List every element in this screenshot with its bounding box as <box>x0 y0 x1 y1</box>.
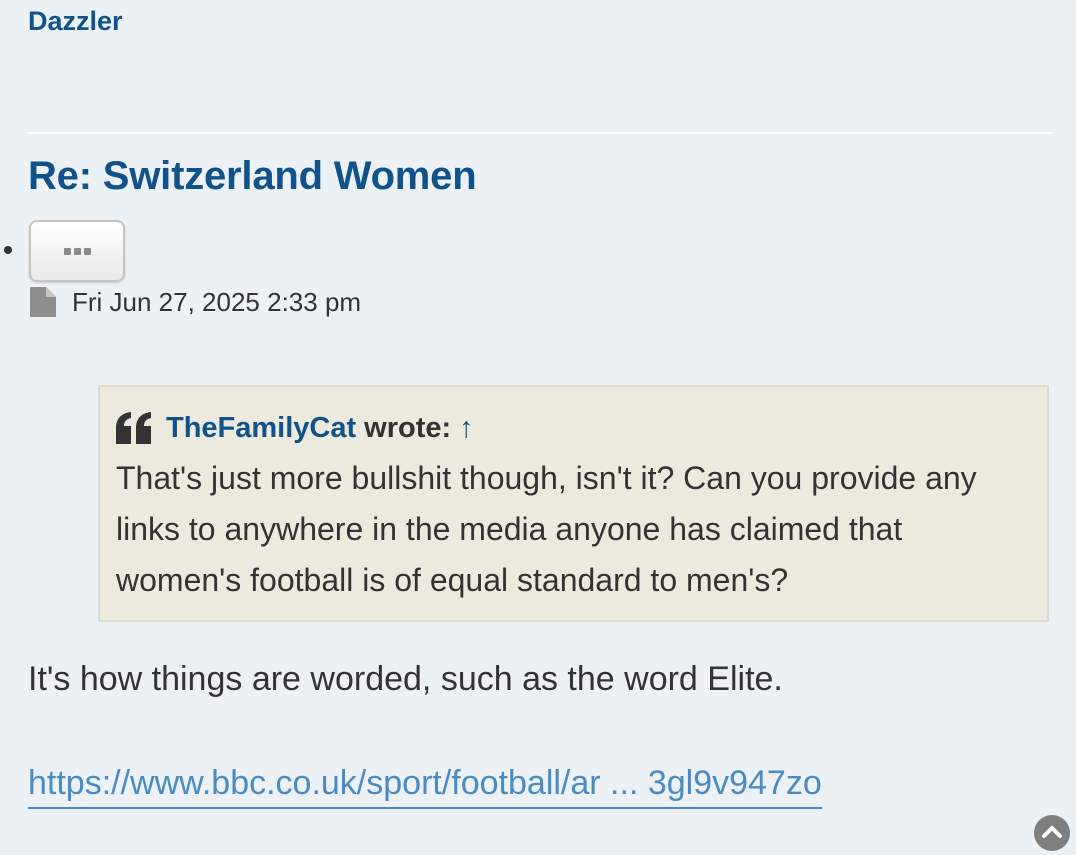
chevron-up-circle-icon <box>1042 826 1062 838</box>
back-to-top-button[interactable] <box>1034 815 1070 851</box>
post-date: Fri Jun 27, 2025 2:33 pm <box>72 286 362 317</box>
quote-text: That's just more bullshit though, isn't … <box>116 460 977 598</box>
ellipsis-icon <box>63 247 71 255</box>
quote-icon <box>116 412 166 444</box>
poster-username[interactable]: Dazzler <box>28 6 123 37</box>
quote-block: TheFamilyCat wrote: ↑ That's just more b… <box>98 385 1049 622</box>
ellipsis-icon-dot <box>73 247 81 255</box>
quote-author[interactable]: TheFamilyCat <box>166 412 356 445</box>
post-content: It's how things are worded, such as the … <box>28 660 783 698</box>
jump-to-post-icon[interactable]: ↑ <box>459 412 474 445</box>
post-title[interactable]: Re: Switzerland Women <box>28 154 477 199</box>
quote-wrote-label: wrote: <box>364 411 452 444</box>
post-link[interactable]: https://www.bbc.co.uk/sport/football/ar … <box>28 763 822 809</box>
list-bullet <box>4 246 12 254</box>
file-icon[interactable] <box>30 287 56 317</box>
quote-header: TheFamilyCat wrote: ↑ <box>116 407 1031 449</box>
post-actions-button[interactable] <box>29 220 125 282</box>
post-divider <box>28 132 1052 134</box>
ellipsis-icon-dot <box>83 247 91 255</box>
post-meta: Fri Jun 27, 2025 2:33 pm <box>30 286 361 318</box>
